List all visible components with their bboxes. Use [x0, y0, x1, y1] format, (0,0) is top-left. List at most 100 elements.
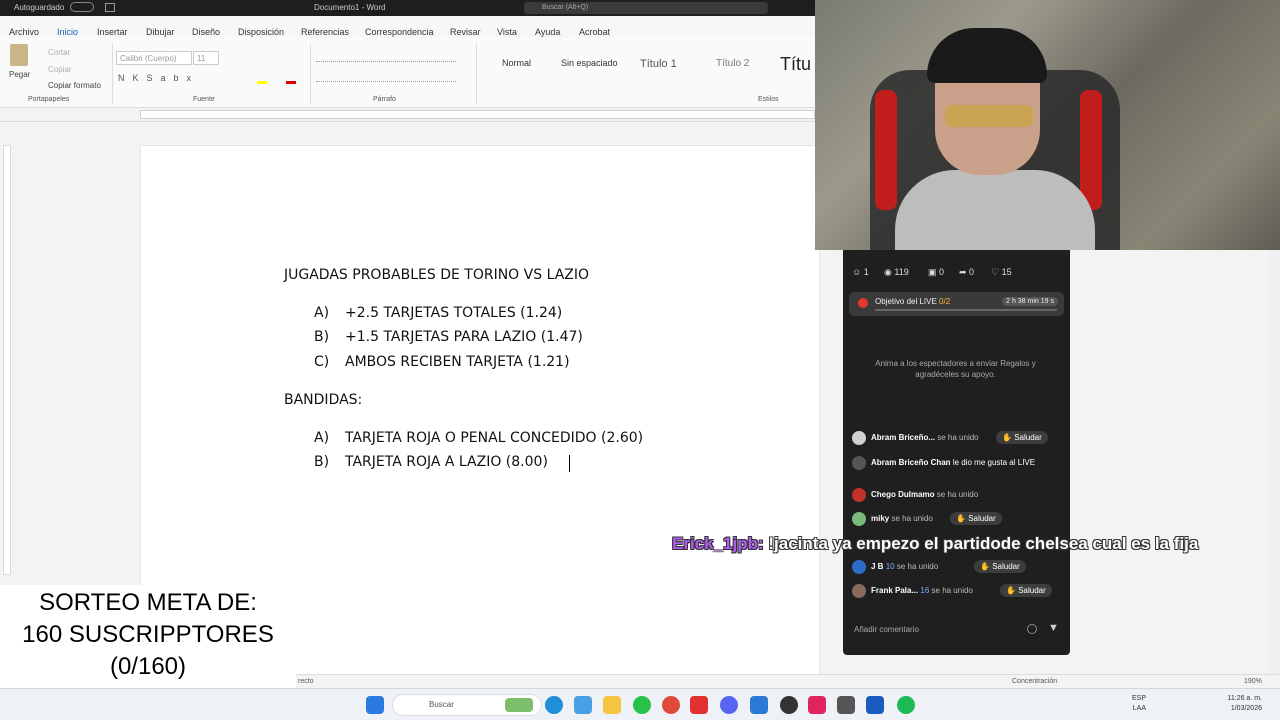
- tab-diseno[interactable]: Diseño: [192, 27, 220, 37]
- ribbon-tabs: Archivo Inicio Insertar Dibujar Diseño D…: [0, 16, 815, 41]
- vertical-ruler: [3, 145, 11, 575]
- tab-insertar[interactable]: Insertar: [97, 27, 128, 37]
- obs-icon[interactable]: [780, 696, 798, 714]
- tiktok-live-icon[interactable]: [808, 696, 826, 714]
- avatar: [852, 488, 866, 502]
- style-sin-espaciado[interactable]: Sin espaciado: [561, 58, 618, 68]
- goal-icon: [858, 298, 868, 308]
- greet-button[interactable]: ✋ Saludar: [1000, 584, 1052, 597]
- heart-icon: [852, 456, 866, 470]
- goal-progress-bar: [875, 309, 1057, 311]
- divider: [310, 44, 311, 104]
- tab-dibujar[interactable]: Dibujar: [146, 27, 175, 37]
- discord-icon[interactable]: [720, 696, 738, 714]
- group-clipboard: Portapapeles: [28, 96, 70, 103]
- comment-item: Abram Briceño... se ha unido: [852, 431, 979, 445]
- list-item: AMBOS RECIBEN TARJETA (1.21): [345, 354, 570, 370]
- overlay-chat-user: Erick_1jpb:: [672, 534, 764, 553]
- giveaway-line: 160 SUSCRIPPTORES: [22, 621, 274, 648]
- add-comment-input[interactable]: Añadir comentario ▼: [843, 618, 1070, 642]
- chrome-icon[interactable]: [662, 696, 680, 714]
- format-painter-button[interactable]: Copiar formato: [48, 81, 101, 90]
- bandidas-heading: BANDIDAS:: [284, 392, 363, 408]
- greet-button[interactable]: ✋ Saludar: [974, 560, 1026, 573]
- document-title-line: JUGADAS PROBABLES DE TORINO VS LAZIO: [284, 267, 590, 283]
- filter-icon[interactable]: ▼: [1048, 622, 1059, 634]
- stat-gifts: ▣ 0: [928, 267, 945, 277]
- tab-vista[interactable]: Vista: [497, 27, 517, 37]
- list-label: B): [314, 329, 330, 345]
- taskbar-widget-icon[interactable]: [505, 698, 533, 712]
- spotify-icon[interactable]: [897, 696, 915, 714]
- divider: [476, 44, 477, 104]
- whatsapp-icon[interactable]: [633, 696, 651, 714]
- autosave-label: Autoguardado: [14, 3, 65, 12]
- font-name-select[interactable]: Calibri (Cuerpo): [116, 51, 192, 65]
- tab-archivo[interactable]: Archivo: [9, 27, 39, 37]
- file-explorer-icon[interactable]: [603, 696, 621, 714]
- style-titulo-1[interactable]: Título 1: [640, 58, 677, 70]
- stat-shares: ➦ 0: [959, 267, 975, 277]
- greet-button[interactable]: ✋ Saludar: [996, 431, 1048, 444]
- list-label: A): [314, 430, 330, 446]
- giveaway-progress: (0/160): [109, 653, 187, 680]
- webcam-feed: [815, 0, 1280, 250]
- font-size-select[interactable]: 11: [193, 51, 219, 65]
- paste-icon[interactable]: [10, 44, 28, 66]
- app-icon[interactable]: [837, 696, 855, 714]
- save-icon[interactable]: [105, 3, 115, 12]
- clock-time: 11:26 a. m.: [1227, 695, 1262, 702]
- system-tray[interactable]: ESP LAA 11:26 a. m. 1/03/2026: [1132, 694, 1262, 714]
- style-titulo[interactable]: Títu: [780, 54, 811, 75]
- greet-button[interactable]: ✋ Saludar: [950, 512, 1002, 525]
- calculator-icon[interactable]: [750, 696, 768, 714]
- app-icon[interactable]: [690, 696, 708, 714]
- chair-stripe: [875, 90, 897, 210]
- comment-item: J B 10 se ha unido: [852, 560, 938, 574]
- language-indicator[interactable]: ESP LAA: [1132, 694, 1146, 714]
- vertical-scrollbar[interactable]: [1268, 250, 1280, 674]
- zoom-level[interactable]: 190%: [1244, 678, 1262, 685]
- style-normal[interactable]: Normal: [502, 58, 531, 68]
- tab-revisar[interactable]: Revisar: [450, 27, 481, 37]
- list-item: TARJETA ROJA A LAZIO (8.00): [345, 454, 548, 470]
- highlight-icon[interactable]: [257, 74, 267, 84]
- emoji-icon[interactable]: [1027, 624, 1037, 634]
- list-buttons[interactable]: [316, 52, 456, 62]
- font-color-icon[interactable]: [286, 74, 296, 84]
- list-item: +1.5 TARJETAS PARA LAZIO (1.47): [345, 329, 583, 345]
- goal-label: Objetivo del LIVE 0/2: [875, 297, 951, 306]
- word-icon[interactable]: [866, 696, 884, 714]
- tab-referencias[interactable]: Referencias: [301, 27, 349, 37]
- person-glasses: [945, 105, 1033, 127]
- edge-icon[interactable]: [545, 696, 563, 714]
- style-titulo-2[interactable]: Título 2: [716, 58, 749, 69]
- goal-timer: 2 h 38 min 19 s: [1002, 297, 1058, 306]
- tab-ayuda[interactable]: Ayuda: [535, 27, 560, 37]
- windows-start-icon[interactable]: [366, 696, 384, 714]
- list-label: B): [314, 454, 330, 470]
- giveaway-line: SORTEO META DE:: [39, 589, 257, 616]
- search-input[interactable]: Buscar (Alt+Q): [524, 2, 768, 14]
- paste-button[interactable]: Pegar: [9, 70, 30, 79]
- app-icon[interactable]: [574, 696, 592, 714]
- autosave-toggle[interactable]: [70, 2, 94, 12]
- tab-acrobat[interactable]: Acrobat: [579, 27, 610, 37]
- cut-button[interactable]: Cortar: [48, 48, 70, 57]
- font-format-buttons[interactable]: NKSabx: [118, 73, 199, 83]
- status-bar: recto Concentración 190%: [296, 674, 1280, 688]
- taskbar: Buscar ESP LAA 11:26 a. m. 1/03/2026: [0, 688, 1280, 720]
- comment-item: Frank Pala... 16 se ha unido: [852, 584, 973, 598]
- tab-disposicion[interactable]: Disposición: [238, 27, 284, 37]
- align-buttons[interactable]: [316, 72, 456, 82]
- tab-correspondencia[interactable]: Correspondencia: [365, 27, 434, 37]
- focus-mode-button[interactable]: Concentración: [1012, 678, 1057, 685]
- avatar: [852, 431, 866, 445]
- divider: [112, 44, 113, 104]
- status-text: recto: [298, 678, 314, 685]
- copy-button[interactable]: Copiar: [48, 65, 72, 74]
- ruler-scale[interactable]: [140, 110, 815, 119]
- live-goal[interactable]: Objetivo del LIVE 0/2 2 h 38 min 19 s: [849, 292, 1064, 316]
- title-bar: Autoguardado Documento1 - Word Buscar (A…: [0, 0, 815, 16]
- list-label: A): [314, 305, 330, 321]
